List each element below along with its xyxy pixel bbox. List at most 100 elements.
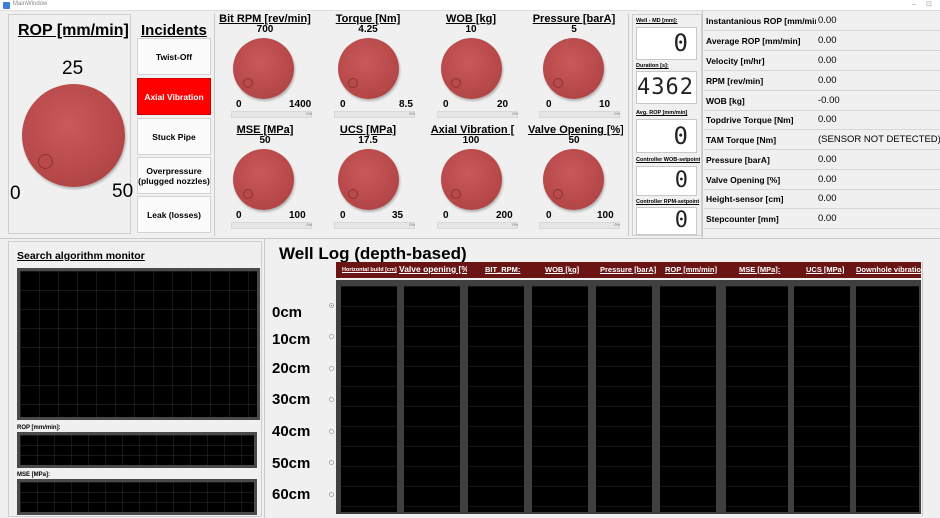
gauge-axial-vibration-mid: 100	[462, 135, 480, 146]
rop-dial-knob[interactable]	[22, 84, 125, 187]
col-downhole-vibration: Downhole vibration	[856, 265, 921, 274]
log-plot-wob	[532, 286, 588, 512]
table-row: Stepcounter [mm] 0.00	[704, 209, 940, 229]
depth-label-40: 40cm	[272, 423, 311, 440]
gauge-wob-hi: 20	[497, 99, 509, 110]
col-bit-rpm: BIT_RPM:	[485, 265, 521, 274]
log-plot-pressure	[596, 286, 652, 512]
search-monitor-title: Search algorithm monitor	[17, 250, 145, 262]
gauge-axial-vibration-lo: 0	[443, 210, 449, 221]
log-plot-downhole-vibration	[856, 286, 919, 512]
rop-dial-max-label: 50	[112, 181, 134, 202]
gauge-mse-hi: 100	[289, 210, 306, 221]
window-title: MainWindow	[13, 1, 48, 7]
lower-divider	[264, 239, 265, 518]
gauge-torque-mid: 4.25	[358, 24, 378, 35]
table-row: Topdrive Torque [Nm] 0.00	[704, 110, 940, 130]
gauge-mse-mid: 50	[259, 135, 271, 146]
overpressure-button[interactable]: Overpressure (plugged nozzles)	[137, 157, 211, 194]
table-row: WOB [kg] -0.00	[704, 91, 940, 111]
section-divider	[0, 238, 940, 239]
title-bar: MainWindow – ⊡	[0, 0, 940, 11]
col-horizontal-build: Horizontal build [cm]	[342, 267, 397, 273]
depth-label-30: 30cm	[272, 391, 311, 408]
gauge-wob-lo: 0	[443, 99, 449, 110]
app-icon	[3, 2, 10, 9]
depth-radio-30[interactable]	[329, 397, 334, 402]
lcd-label-wob-setpoint: Controller WOB-setpoint	[636, 157, 700, 163]
rop-dial-indicator	[38, 154, 53, 169]
gauge-axial-vibration-knob[interactable]	[441, 149, 502, 210]
table-row: TAM Torque [Nm] (SENSOR NOT DETECTED)	[704, 130, 940, 150]
leak-button[interactable]: Leak (losses)	[137, 196, 211, 233]
lcd-avg-rop: 0	[636, 119, 697, 153]
log-plot-ucs	[794, 286, 850, 512]
col-wob: WOB [kg]	[545, 265, 580, 274]
depth-radio-20[interactable]	[329, 366, 334, 371]
axial-vibration-button[interactable]: Axial Vibration	[137, 78, 211, 115]
twist-off-button[interactable]: Twist-Off	[137, 38, 211, 75]
gauge-pressure-knob[interactable]	[543, 38, 604, 99]
gauge-area-divider	[214, 14, 215, 236]
mse-plot-label: MSE [MPa]:	[17, 472, 50, 478]
depth-label-0: 0cm	[272, 304, 303, 321]
log-plot-rop	[660, 286, 716, 512]
gauge-indicator	[451, 78, 461, 88]
lcd-label-duration: Duration [s]:	[636, 63, 669, 69]
gauge-ucs-lo: 0	[340, 210, 346, 221]
gauge-torque-lo: 0	[340, 99, 346, 110]
value-table-divider	[702, 10, 703, 238]
incidents-title: Incidents	[141, 22, 207, 39]
gauge-mse-lo: 0	[236, 210, 242, 221]
col-ucs: UCS [MPa]	[806, 265, 845, 274]
gauge-indicator	[348, 78, 358, 88]
depth-radio-0[interactable]	[329, 303, 334, 308]
lcd-label-well-md: Well - MD [mm]:	[636, 18, 678, 24]
gauge-mse-knob[interactable]	[233, 149, 294, 210]
gauge-wob-bar: 0%	[437, 111, 518, 118]
depth-radio-50[interactable]	[329, 460, 334, 465]
gauge-pressure-lo: 0	[546, 99, 552, 110]
gauge-wob-mid: 10	[465, 24, 477, 35]
rop-plot	[17, 432, 257, 468]
gauge-valve-opening-hi: 100	[597, 210, 614, 221]
depth-radio-10[interactable]	[329, 334, 334, 339]
gauge-indicator	[243, 189, 253, 199]
minimize-button[interactable]: –	[912, 0, 916, 10]
lcd-duration: 4362	[636, 71, 697, 104]
gauge-torque-knob[interactable]	[338, 38, 399, 99]
log-plot-valve-opening	[404, 286, 460, 512]
well-log-header: Horizontal build [cm] Valve opening [%]:…	[336, 262, 921, 278]
search-monitor-plot	[17, 268, 260, 420]
gauge-ucs-knob[interactable]	[338, 149, 399, 210]
gauge-pressure-hi: 10	[599, 99, 611, 110]
depth-radio-60[interactable]	[329, 492, 334, 497]
gauge-pressure-bar: 0%	[539, 111, 620, 118]
right-edge-divider	[922, 262, 923, 516]
rop-dial-mid-label: 25	[62, 58, 84, 79]
gauge-axial-vibration-hi: 200	[496, 210, 513, 221]
col-rop: ROP [mm/min]	[665, 265, 717, 274]
log-plot-bit-rpm	[468, 286, 524, 512]
gauge-valve-opening-lo: 0	[546, 210, 552, 221]
depth-label-20: 20cm	[272, 360, 311, 377]
stuck-pipe-button[interactable]: Stuck Pipe	[137, 118, 211, 155]
gauge-ucs-hi: 35	[392, 210, 404, 221]
table-row: Valve Opening [%] 0.00	[704, 170, 940, 190]
depth-radio-40[interactable]	[329, 429, 334, 434]
table-row: Height-sensor [cm] 0.00	[704, 189, 940, 209]
lcd-rpm-setpoint: 0	[636, 207, 697, 235]
gauge-torque-bar: 0%	[334, 111, 415, 118]
maximize-button[interactable]: ⊡	[926, 0, 932, 10]
lcd-well-md: 0	[636, 27, 697, 60]
table-row: RPM [rev/min] 0.00	[704, 71, 940, 91]
gauge-pressure-mid: 5	[571, 24, 577, 35]
gauge-valve-opening-knob[interactable]	[543, 149, 604, 210]
gauge-bit-rpm-knob[interactable]	[233, 38, 294, 99]
lcd-label-avg-rop: Avg. ROP [mm/min]	[636, 110, 688, 116]
gauge-wob-knob[interactable]	[441, 38, 502, 99]
rop-plot-label: ROP [mm/min]:	[17, 425, 61, 431]
depth-label-60: 60cm	[272, 486, 311, 503]
gauge-axial-vibration-bar: 0%	[437, 222, 518, 229]
mse-plot	[17, 479, 257, 515]
